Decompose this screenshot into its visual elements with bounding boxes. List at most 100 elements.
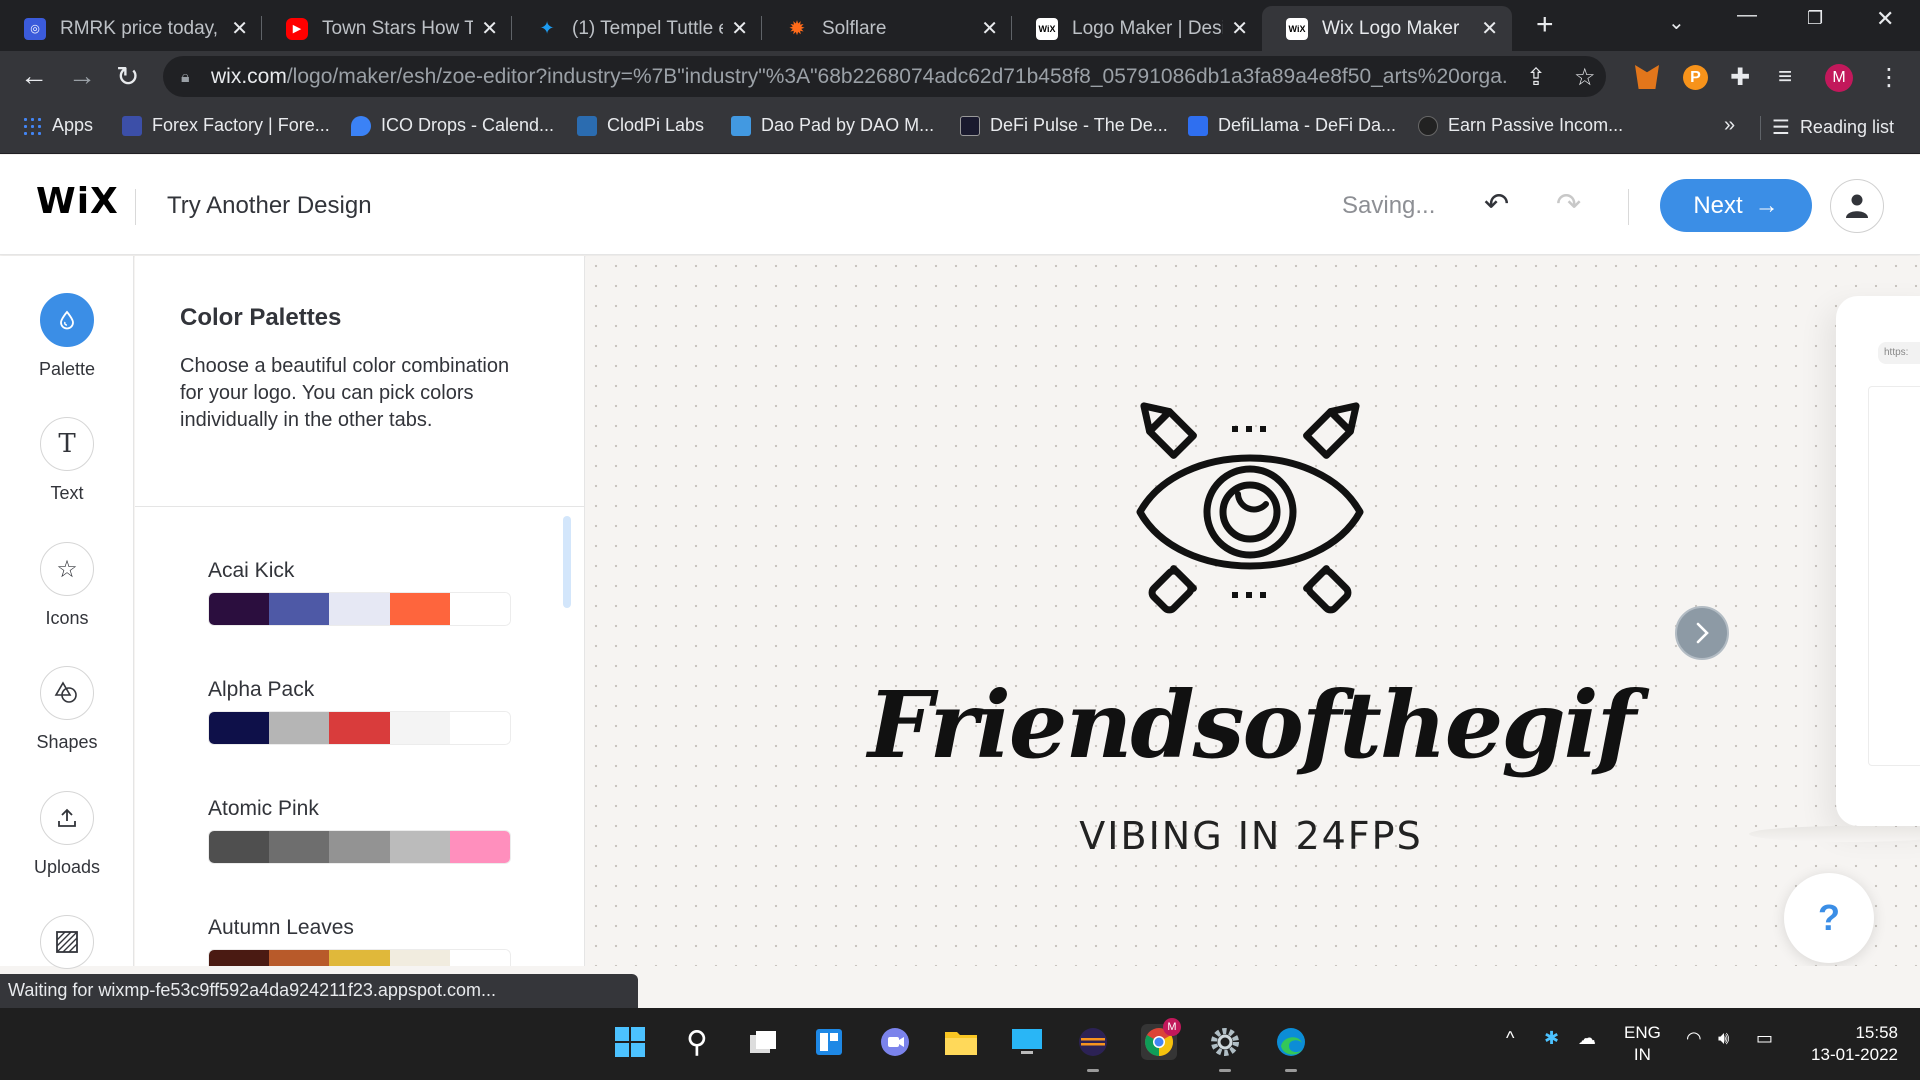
volume-icon[interactable]: 🔊︎: [1718, 1028, 1729, 1049]
browser-tab[interactable]: ✦ (1) Tempel Tuttle et al ✕: [512, 6, 762, 51]
rail-shapes[interactable]: Shapes: [0, 666, 134, 753]
restore-window-icon[interactable]: ❐: [1807, 8, 1823, 29]
edge-browser-icon[interactable]: [1273, 1024, 1309, 1072]
palette-name: Alpha Pack: [208, 678, 315, 701]
bookmark-apps[interactable]: Apps: [22, 115, 93, 136]
loading-status: Waiting for wixmp-fe53c9ff592a4da924211f…: [0, 974, 638, 1008]
wix-logo[interactable]: WiX: [36, 181, 119, 222]
palette-option[interactable]: Atomic Pink: [208, 797, 511, 864]
defillama-icon: [1188, 115, 1208, 136]
address-bar[interactable]: 🔒︎ wix.com/logo/maker/esh/zoe-editor?ind…: [163, 56, 1606, 97]
task-view-icon[interactable]: [745, 1024, 781, 1060]
logo-brand-name[interactable]: Friendsofthegif: [586, 671, 1916, 779]
bookmark-dao-pad[interactable]: Dao Pad by DAO M...: [731, 115, 934, 136]
palette-swatches: [208, 592, 511, 626]
browser-tab-active[interactable]: WiX Wix Logo Maker ✕: [1262, 6, 1512, 51]
extension-p-icon[interactable]: P: [1683, 65, 1708, 90]
wix-favicon-icon: WiX: [1286, 17, 1308, 40]
tab-label: (1) Tempel Tuttle et al: [572, 17, 723, 39]
help-button[interactable]: ?: [1784, 873, 1874, 963]
drop-icon: [40, 293, 94, 347]
rail-text[interactable]: T Text: [0, 417, 134, 504]
twitter-favicon-icon: ✦: [539, 18, 555, 38]
palette-option[interactable]: Autumn Leaves: [208, 916, 511, 966]
back-arrow-icon[interactable]: ←: [20, 60, 48, 92]
bookmark-defi-pulse[interactable]: DeFi Pulse - The De...: [960, 115, 1168, 136]
file-explorer-icon[interactable]: [943, 1024, 979, 1060]
chrome-menu-icon[interactable]: ⋮: [1877, 63, 1901, 92]
bookmark-star-icon[interactable]: ☆: [1574, 63, 1596, 92]
tab-close-icon[interactable]: ✕: [731, 16, 748, 41]
rail-palette[interactable]: Palette: [0, 293, 134, 380]
redo-icon[interactable]: ↷: [1556, 187, 1581, 222]
browser-tab[interactable]: ▶ Town Stars How To Play ✕: [262, 6, 512, 51]
metamask-extension-icon[interactable]: [1635, 65, 1659, 89]
onedrive-cloud-icon[interactable]: ☁: [1578, 1028, 1596, 1049]
browser-tab[interactable]: ◎ RMRK price today, RMRK ✕: [0, 6, 262, 51]
minimize-window-icon[interactable]: —: [1737, 4, 1757, 27]
bookmark-forex-factory[interactable]: Forex Factory | Fore...: [122, 115, 330, 136]
input-language-indicator[interactable]: ENG IN: [1624, 1022, 1661, 1066]
next-preview-button[interactable]: [1675, 606, 1729, 660]
rail-pattern[interactable]: [0, 915, 134, 969]
palette-name: Autumn Leaves: [208, 916, 354, 939]
windows-start-icon[interactable]: [612, 1024, 648, 1060]
windows-taskbar: ⚲ M ^ ✱ ☁ ENG IN ◠ 🔊︎ ▭ 15:58 13-01-2022: [0, 1008, 1920, 1080]
tab-close-icon[interactable]: ✕: [231, 16, 248, 41]
battery-icon[interactable]: ▭: [1756, 1028, 1773, 1049]
wifi-icon[interactable]: ◠: [1686, 1028, 1702, 1049]
show-hidden-icons-chevron-icon[interactable]: ^: [1506, 1028, 1514, 1049]
tab-close-icon[interactable]: ✕: [481, 16, 498, 41]
remote-desktop-icon[interactable]: [1009, 1024, 1045, 1060]
media-queue-icon[interactable]: ≡: [1778, 63, 1792, 91]
bluetooth-icon[interactable]: ✱: [1544, 1028, 1559, 1049]
browser-tab[interactable]: WiX Logo Maker | Design ✕: [1012, 6, 1262, 51]
tab-close-icon[interactable]: ✕: [981, 16, 998, 41]
dao-pad-icon: [731, 115, 751, 136]
forward-arrow-icon[interactable]: →: [68, 60, 96, 92]
reading-list-button[interactable]: ☰ Reading list: [1772, 115, 1894, 140]
search-icon[interactable]: ⚲: [679, 1024, 715, 1060]
palette-option[interactable]: Acai Kick: [208, 559, 511, 626]
rail-uploads[interactable]: Uploads: [0, 791, 134, 878]
wix-favicon-icon: WiX: [1036, 17, 1058, 40]
new-tab-button[interactable]: +: [1536, 8, 1554, 42]
share-icon[interactable]: ⇪: [1526, 63, 1546, 92]
bookmark-defillama[interactable]: DefiLlama - DeFi Da...: [1188, 115, 1396, 136]
palette-name: Atomic Pink: [208, 797, 319, 820]
chevron-right-icon: [1696, 622, 1709, 644]
account-button[interactable]: [1830, 179, 1884, 233]
logo-tagline[interactable]: VIBING IN 24FPS: [586, 814, 1916, 858]
next-button[interactable]: Next →: [1660, 179, 1812, 232]
bookmarks-bar: Apps Forex Factory | Fore... ICO Drops -…: [0, 102, 1920, 154]
bookmark-clodpi-labs[interactable]: ClodPi Labs: [577, 115, 704, 136]
tab-search-chevron-icon[interactable]: ⌄: [1668, 10, 1685, 35]
eclipse-icon[interactable]: [1075, 1024, 1111, 1072]
taskbar-clock[interactable]: 15:58 13-01-2022: [1802, 1022, 1898, 1066]
saving-status: Saving...: [1342, 192, 1436, 219]
extensions-puzzle-icon[interactable]: ✚: [1730, 63, 1750, 92]
reload-icon[interactable]: ↻: [116, 60, 139, 93]
undo-icon[interactable]: ↶: [1484, 187, 1509, 222]
palette-option[interactable]: Alpha Pack: [208, 678, 511, 745]
rail-label: Shapes: [36, 732, 98, 752]
tab-close-icon[interactable]: ✕: [1231, 16, 1248, 41]
bookmarks-overflow-button[interactable]: »: [1724, 114, 1735, 137]
try-another-design-link[interactable]: Try Another Design: [167, 192, 372, 220]
pattern-icon: [40, 915, 94, 969]
profile-avatar[interactable]: M: [1825, 64, 1853, 92]
settings-gear-icon[interactable]: [1207, 1024, 1243, 1072]
bookmark-earn-passive[interactable]: Earn Passive Incom...: [1418, 115, 1623, 136]
teams-chat-icon[interactable]: [877, 1024, 913, 1060]
widgets-icon[interactable]: [811, 1024, 847, 1060]
bookmark-ico-drops[interactable]: ICO Drops - Calend...: [351, 115, 554, 136]
tab-label: Wix Logo Maker: [1322, 17, 1460, 39]
clodpi-icon: [577, 115, 597, 136]
rail-icons[interactable]: ☆ Icons: [0, 542, 134, 629]
panel-scrollbar[interactable]: [563, 516, 571, 608]
browser-tab[interactable]: ✹ Solflare ✕: [762, 6, 1012, 51]
tab-close-icon[interactable]: ✕: [1481, 16, 1498, 41]
chrome-icon[interactable]: M: [1141, 1018, 1181, 1060]
reading-list-icon: ☰: [1772, 117, 1790, 139]
close-window-icon[interactable]: ✕: [1876, 6, 1894, 32]
